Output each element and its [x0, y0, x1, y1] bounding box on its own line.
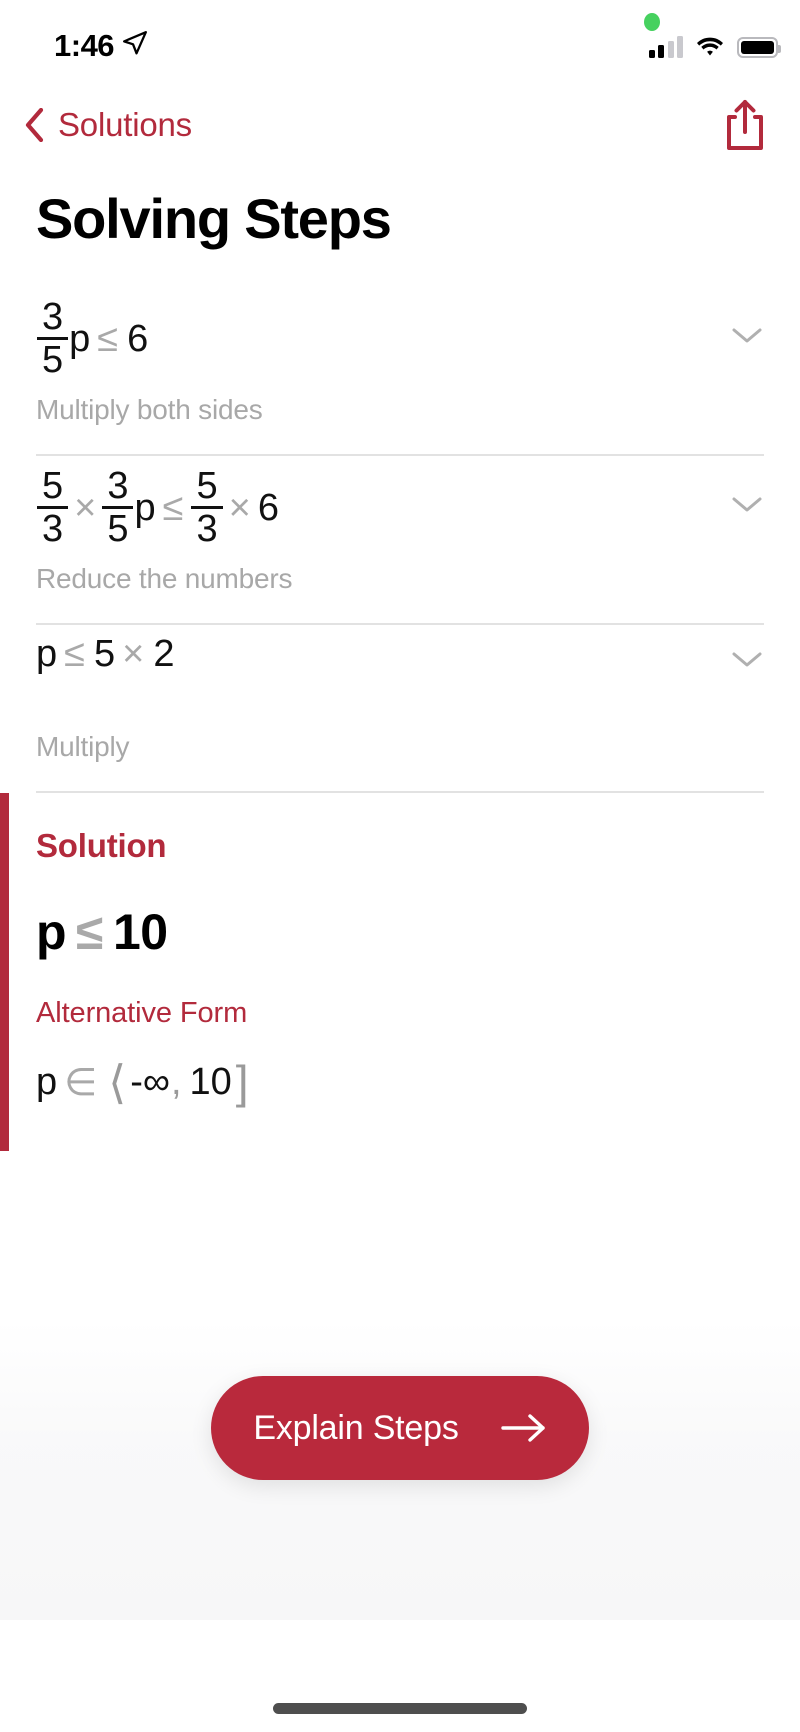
navigation-bar: Solutions [0, 88, 800, 168]
step-item[interactable]: 3 5 p ≤ 6 Multiply both sides [0, 287, 800, 454]
location-arrow-icon [123, 31, 147, 55]
chevron-down-icon[interactable] [730, 325, 764, 345]
relation-operator: ≤ [97, 317, 119, 360]
right-hand-side: 6 [127, 317, 149, 360]
step-hint: Multiply [36, 731, 130, 762]
back-button-label: Solutions [58, 106, 192, 143]
solution-title: Solution [36, 827, 167, 864]
step-expression: p ≤ 5 × 2 [36, 635, 174, 673]
back-button[interactable]: Solutions [18, 94, 198, 156]
multiply-operator: × [122, 633, 145, 675]
fraction-denominator: 3 [196, 508, 218, 550]
multiply-operator: × [74, 486, 97, 529]
status-time: 1:46 [54, 28, 115, 63]
solving-steps-list: 3 5 p ≤ 6 Multiply both sides 5 3 × 3 5 … [0, 287, 800, 793]
member-of-operator: ∈ [64, 1062, 98, 1104]
wifi-icon [697, 37, 723, 56]
home-indicator[interactable] [273, 1703, 527, 1714]
variable: p [69, 317, 91, 360]
interval-comma: , [170, 1061, 182, 1103]
fraction: 3 5 [102, 465, 134, 550]
status-indicators [648, 36, 781, 58]
right-factor: 2 [153, 633, 175, 675]
page-title: Solving Steps [36, 187, 392, 250]
status-bar: 1:46 [0, 0, 800, 88]
fraction-numerator: 3 [42, 296, 64, 338]
relation-operator: ≤ [64, 633, 85, 675]
right-hand-side: 6 [257, 486, 279, 529]
multiply-operator: × [228, 486, 251, 529]
green-dot-icon [644, 13, 660, 31]
fraction-denominator: 5 [42, 339, 64, 381]
explain-steps-button[interactable]: Explain Steps [211, 1376, 589, 1480]
cta-area: Explain Steps [0, 1320, 800, 1620]
step-expression-row: 3 5 p ≤ 6 [36, 287, 764, 380]
step-expression: 5 3 × 3 5 p ≤ 5 3 × 6 [36, 466, 279, 549]
variable: p [134, 486, 156, 529]
interval-upper-bound: 10 [189, 1061, 232, 1103]
fraction: 3 5 [37, 296, 69, 381]
solution-variable: p [36, 904, 67, 960]
content-area: Solving Steps 3 5 p ≤ 6 Multiply both si… [0, 168, 800, 1151]
solution-accent-bar [0, 793, 9, 1151]
relation-operator: ≤ [162, 486, 184, 529]
chevron-down-icon[interactable] [730, 649, 764, 669]
alternative-form-expression: p ∈ ⟨ -∞ , 10 ] [36, 1055, 764, 1151]
arrow-right-icon [500, 1414, 545, 1442]
battery-full-icon [737, 36, 781, 58]
alternative-form-title: Alternative Form [36, 997, 248, 1029]
fraction-numerator: 3 [107, 465, 129, 507]
step-expression-row: 5 3 × 3 5 p ≤ 5 3 × 6 [36, 456, 764, 549]
chevron-down-icon[interactable] [730, 494, 764, 514]
step-item[interactable]: 5 3 × 3 5 p ≤ 5 3 × 6 Reduce the numbers [0, 456, 800, 623]
left-factor: 5 [94, 633, 116, 675]
interval-lower-bound: -∞ [130, 1061, 170, 1103]
step-expression-row: p ≤ 5 × 2 [36, 625, 764, 717]
interval-open-bracket: ⟨ [108, 1055, 127, 1108]
solution-expression: p ≤ 10 [36, 903, 764, 961]
share-icon[interactable] [718, 98, 772, 154]
step-item[interactable]: p ≤ 5 × 2 Multiply [0, 625, 800, 791]
variable: p [36, 633, 58, 675]
chevron-left-icon [25, 108, 44, 142]
interval-close-bracket: ] [235, 1055, 249, 1108]
fraction-denominator: 5 [107, 508, 129, 550]
cellular-signal-icon [648, 36, 683, 58]
step-hint: Reduce the numbers [36, 563, 293, 594]
fraction-denominator: 3 [42, 508, 64, 550]
step-expression: 3 5 p ≤ 6 [36, 297, 148, 380]
fraction-numerator: 5 [42, 465, 64, 507]
fraction-numerator: 5 [196, 465, 218, 507]
explain-steps-label: Explain Steps [253, 1408, 459, 1447]
fraction: 5 3 [37, 465, 69, 550]
variable: p [36, 1061, 58, 1103]
relation-operator: ≤ [76, 904, 103, 960]
step-hint: Multiply both sides [36, 394, 263, 425]
app-screen: 1:46 Solutions Solving Steps 3 5 p ≤ 6 M… [0, 0, 800, 1732]
solution-block: Solution p ≤ 10 Alternative Form p ∈ ⟨ -… [0, 793, 800, 1151]
fraction: 5 3 [191, 465, 223, 550]
solution-value: 10 [113, 904, 168, 960]
